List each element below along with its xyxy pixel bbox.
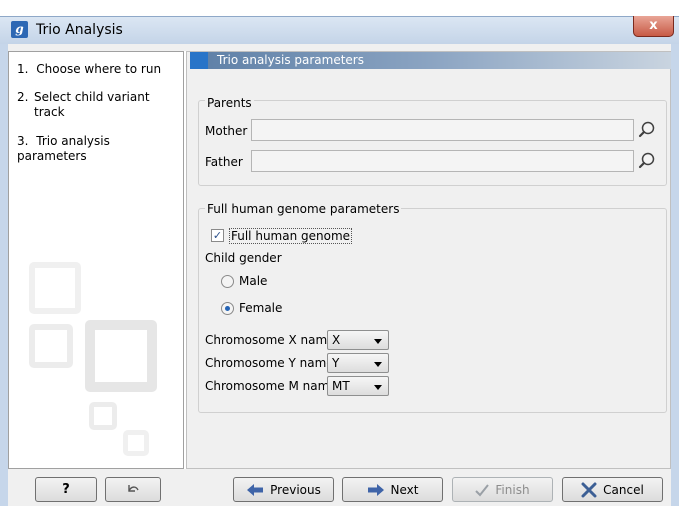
chromosome-x-select[interactable]: X [327, 330, 389, 350]
step-number: 1. [17, 62, 29, 76]
male-radio[interactable] [221, 275, 234, 288]
window-frame-right [671, 44, 679, 506]
header-accent-square [190, 52, 208, 69]
step-label: Choose where to run [36, 62, 162, 76]
chromosome-y-label: Chromosome Y name [205, 356, 334, 370]
female-radio[interactable] [221, 302, 234, 315]
close-icon: x [649, 18, 658, 33]
watermark-square [123, 430, 149, 456]
chromosome-m-select[interactable]: MT [327, 376, 389, 396]
reset-button[interactable] [105, 477, 161, 502]
chevron-down-icon [374, 362, 382, 367]
mother-input[interactable] [251, 119, 634, 141]
parents-group-title: Parents [205, 96, 254, 110]
cancel-button[interactable]: Cancel [562, 477, 663, 502]
next-button[interactable]: Next [342, 477, 443, 502]
previous-button[interactable]: Previous [233, 477, 334, 502]
watermark-square [85, 320, 157, 392]
chromosome-y-select[interactable]: Y [327, 353, 389, 373]
chevron-down-icon [374, 339, 382, 344]
step-number: 3. [17, 134, 29, 148]
help-button[interactable]: ? [35, 477, 97, 502]
help-label: ? [62, 482, 70, 497]
step-trio-analysis-parameters[interactable]: 3. Trio analysis parameters [17, 134, 183, 164]
checkmark-icon [475, 483, 490, 496]
cancel-label: Cancel [603, 482, 644, 497]
section-header: Trio analysis parameters [190, 52, 671, 69]
arrow-left-icon [247, 483, 264, 496]
watermark-square [29, 324, 73, 368]
window-frame-left [0, 44, 8, 506]
male-label[interactable]: Male [239, 274, 267, 288]
full-human-genome-checkbox[interactable]: ✓ [211, 229, 224, 242]
finish-button[interactable]: Finish [452, 477, 553, 502]
section-header-title: Trio analysis parameters [217, 53, 364, 67]
watermark-square [29, 262, 81, 314]
female-label[interactable]: Female [239, 301, 282, 315]
finish-label: Finish [495, 482, 530, 497]
step-label: Trio analysis parameters [17, 134, 110, 163]
arrow-right-icon [367, 483, 384, 496]
next-label: Next [390, 482, 419, 497]
window-frame-top [8, 44, 671, 51]
chromosome-m-value: MT [332, 379, 350, 393]
steps-panel: 1. Choose where to run 2. Select child v… [8, 51, 184, 469]
step-choose-where-to-run[interactable]: 1. Choose where to run [17, 62, 161, 77]
magnifier-browse-icon [638, 152, 655, 169]
chevron-down-icon [374, 385, 382, 390]
close-button[interactable]: x [633, 16, 674, 37]
previous-label: Previous [270, 482, 321, 497]
father-label: Father [205, 155, 243, 169]
chromosome-x-label: Chromosome X name [205, 333, 335, 347]
mother-label: Mother [205, 124, 248, 138]
mother-browse-button[interactable] [638, 120, 660, 142]
step-label: Select child variant track [34, 90, 150, 119]
chromosome-x-value: X [332, 333, 341, 347]
window-title: Trio Analysis [36, 22, 123, 38]
chromosome-m-label: Chromosome M name [205, 379, 337, 393]
genome-group-title: Full human genome parameters [205, 202, 402, 216]
step-number: 2. [17, 90, 29, 104]
parents-group [198, 100, 667, 186]
full-human-genome-label[interactable]: Full human genome [229, 228, 353, 244]
watermark-square [89, 402, 117, 430]
x-cancel-icon [581, 482, 597, 497]
app-logo-icon: g [11, 21, 28, 38]
father-input[interactable] [251, 150, 634, 172]
reset-arrow-icon [128, 484, 139, 492]
magnifier-browse-icon [638, 121, 655, 138]
child-gender-label: Child gender [205, 251, 282, 265]
father-browse-button[interactable] [638, 151, 660, 173]
chromosome-y-value: Y [332, 356, 340, 370]
